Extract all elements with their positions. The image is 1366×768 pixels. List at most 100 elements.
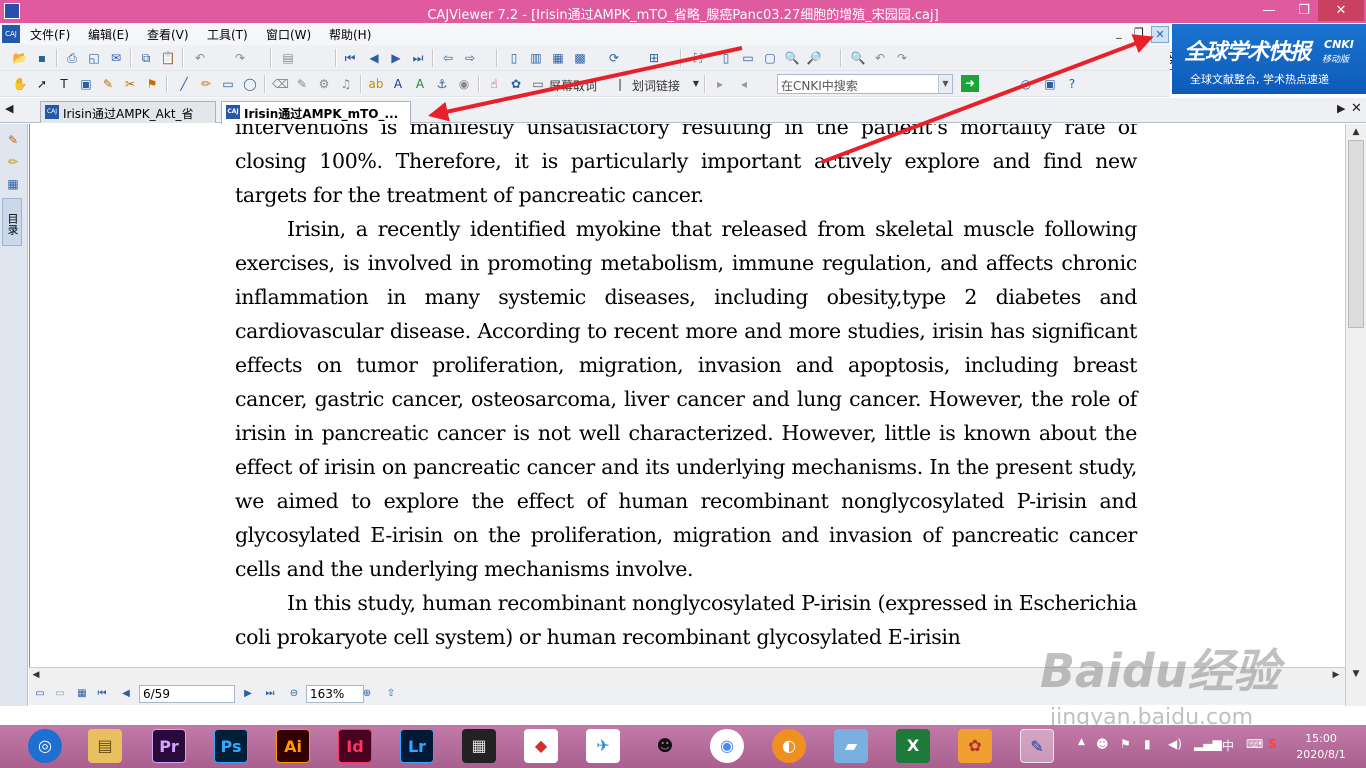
- link-prev-icon[interactable]: ◂: [736, 76, 752, 92]
- sogou-tray-icon[interactable]: S: [1268, 737, 1277, 751]
- full-screen-icon[interactable]: ⛶: [690, 50, 706, 66]
- cnki-document-icon[interactable]: CAJ: [2, 25, 20, 43]
- chat-app-icon[interactable]: ✈: [586, 729, 620, 763]
- facing-pages-icon[interactable]: ▦: [550, 50, 566, 66]
- settings-icon[interactable]: ⚙: [316, 76, 332, 92]
- select-page-icon[interactable]: ▤: [280, 50, 296, 66]
- premiere-icon[interactable]: Pr: [152, 729, 186, 763]
- redo-icon[interactable]: ↷: [232, 50, 248, 66]
- document-view[interactable]: interventions is manifestly unsatisfacto…: [29, 124, 1345, 668]
- video-editor-icon[interactable]: ▦: [462, 729, 496, 763]
- find-previous-icon[interactable]: ↶: [872, 50, 888, 66]
- annotation-panel-icon[interactable]: ✎: [5, 132, 21, 148]
- drawing-app-icon[interactable]: ◆: [524, 729, 558, 763]
- thumbnail-panel-icon[interactable]: ▦: [5, 176, 21, 192]
- back-icon[interactable]: ⇦: [440, 50, 456, 66]
- continuous-view-icon[interactable]: ▭: [53, 687, 67, 701]
- sound-icon[interactable]: ♫: [338, 76, 354, 92]
- toc-tab[interactable]: 目录: [2, 198, 22, 246]
- menu-help[interactable]: 帮助(H): [329, 26, 371, 43]
- ocr-icon[interactable]: ✎: [100, 76, 116, 92]
- tab-close-icon[interactable]: ✕: [1351, 101, 1362, 116]
- zoom-level-field[interactable]: 163%: [306, 685, 364, 703]
- doc-minimize-button[interactable]: _: [1116, 26, 1122, 39]
- cnki-search-input[interactable]: 在CNKI中搜索 ▼: [777, 74, 953, 94]
- fit-width-icon[interactable]: ▭: [740, 50, 756, 66]
- zoom-out-icon[interactable]: ⊖: [287, 687, 301, 701]
- print-icon[interactable]: ⎙: [64, 50, 80, 66]
- image-select-icon[interactable]: ▣: [78, 76, 94, 92]
- lightroom-icon[interactable]: Lr: [400, 729, 434, 763]
- menu-window[interactable]: 窗口(W): [266, 26, 311, 43]
- bookmark-icon[interactable]: ⚑: [144, 76, 160, 92]
- pencil-tool-icon[interactable]: ✏: [198, 76, 214, 92]
- doc-close-button[interactable]: ✕: [1151, 26, 1169, 43]
- link-next-icon[interactable]: ▸: [712, 76, 728, 92]
- editor-app-icon[interactable]: ▰: [834, 729, 868, 763]
- last-page-icon[interactable]: ⏭: [410, 50, 426, 66]
- go-up-icon[interactable]: ⇧: [384, 687, 398, 701]
- scroll-down-icon[interactable]: ▼: [1346, 666, 1366, 682]
- print-preview-icon[interactable]: ◱: [86, 50, 102, 66]
- forward-icon[interactable]: ⇨: [462, 50, 478, 66]
- zoom-out-icon[interactable]: 🔍: [784, 50, 800, 66]
- rotate-view-icon[interactable]: ⟳: [606, 50, 622, 66]
- minimize-window-button[interactable]: —: [1254, 0, 1284, 21]
- snapshot-icon[interactable]: ✂: [122, 76, 138, 92]
- continuous-facing-icon[interactable]: ▩: [572, 50, 588, 66]
- previous-page-icon[interactable]: ◀: [119, 687, 133, 701]
- tab-scroll-left-icon[interactable]: ◀: [5, 102, 13, 115]
- rectangle-tool-icon[interactable]: ▭: [220, 76, 236, 92]
- tab-irisin-ampk-mto[interactable]: CAJ Irisin通过AMPK_mTO_...: [221, 101, 411, 124]
- strikeout-icon[interactable]: A: [390, 76, 406, 92]
- word-link-dropdown-icon[interactable]: ▼: [688, 76, 704, 92]
- globe-icon[interactable]: ◎: [1018, 76, 1034, 92]
- tab-irisin-ampk-akt[interactable]: CAJ Irisin通过AMPK_Akt_省略...: [40, 101, 216, 138]
- pencil-panel-icon[interactable]: ✏: [5, 154, 21, 170]
- highlight-icon[interactable]: ab: [368, 76, 384, 92]
- hand-pointer-icon[interactable]: ☝: [486, 76, 502, 92]
- vertical-scrollbar[interactable]: ▲ ▼: [1345, 124, 1366, 706]
- menu-tools[interactable]: 工具(T): [207, 26, 248, 43]
- continuous-page-icon[interactable]: ▥: [528, 50, 544, 66]
- eraser-icon[interactable]: ⌫: [272, 76, 289, 92]
- line-tool-icon[interactable]: ╱: [176, 76, 192, 92]
- tab-scroll-right-icon[interactable]: ▶: [1337, 102, 1345, 115]
- facing-view-icon[interactable]: ▦: [75, 687, 89, 701]
- find-icon[interactable]: 🔍: [850, 50, 866, 66]
- screen-word-icon[interactable]: ▭: [530, 76, 546, 92]
- screen-word-label[interactable]: 屏幕取词: [549, 77, 597, 94]
- single-page-icon[interactable]: ▯: [506, 50, 522, 66]
- search-dropdown-icon[interactable]: ▼: [938, 75, 952, 93]
- stamp-icon[interactable]: ◉: [456, 76, 472, 92]
- fit-page-icon[interactable]: ▯: [718, 50, 734, 66]
- indesign-icon[interactable]: Id: [338, 729, 372, 763]
- previous-page-icon[interactable]: ◀: [366, 50, 382, 66]
- cnki-promo-banner[interactable]: 全球学术快报 CNKI 移动版 全球文献整合, 学术热点速递: [1172, 24, 1366, 94]
- first-page-icon[interactable]: ⏮: [342, 50, 358, 66]
- menu-view[interactable]: 查看(V): [147, 26, 189, 43]
- copy-icon[interactable]: ⧉: [138, 50, 154, 66]
- last-page-icon[interactable]: ⏭: [263, 687, 277, 701]
- find-next-icon[interactable]: ↷: [894, 50, 910, 66]
- help-icon[interactable]: ?: [1064, 76, 1080, 92]
- search-go-button[interactable]: ➜: [961, 75, 979, 92]
- scroll-up-icon[interactable]: ▲: [1346, 124, 1366, 140]
- qq-tray-icon[interactable]: ☻: [1096, 737, 1109, 751]
- volume-tray-icon[interactable]: ◀): [1168, 737, 1182, 751]
- taskbar-clock[interactable]: 15:00 2020/8/1: [1290, 731, 1352, 763]
- cajviewer-taskbar-icon[interactable]: ✎: [1020, 729, 1054, 763]
- flag-tray-icon[interactable]: ⚑: [1120, 737, 1131, 751]
- illustrator-icon[interactable]: Ai: [276, 729, 310, 763]
- word-link-label[interactable]: 划词链接: [632, 77, 680, 94]
- file-explorer-icon[interactable]: ▤: [88, 729, 122, 763]
- open-folder-icon[interactable]: 📂: [12, 50, 28, 66]
- keyboard-tray-icon[interactable]: ⌨: [1246, 737, 1263, 751]
- chrome-icon[interactable]: ◉: [710, 729, 744, 763]
- browser-360-icon[interactable]: ◎: [28, 729, 62, 763]
- undo-icon[interactable]: ↶: [192, 50, 208, 66]
- browser-app-icon[interactable]: ◐: [772, 729, 806, 763]
- scroll-thumb[interactable]: [1348, 140, 1364, 328]
- select-arrow-icon[interactable]: ➚: [34, 76, 50, 92]
- scroll-left-icon[interactable]: ◀: [29, 668, 43, 683]
